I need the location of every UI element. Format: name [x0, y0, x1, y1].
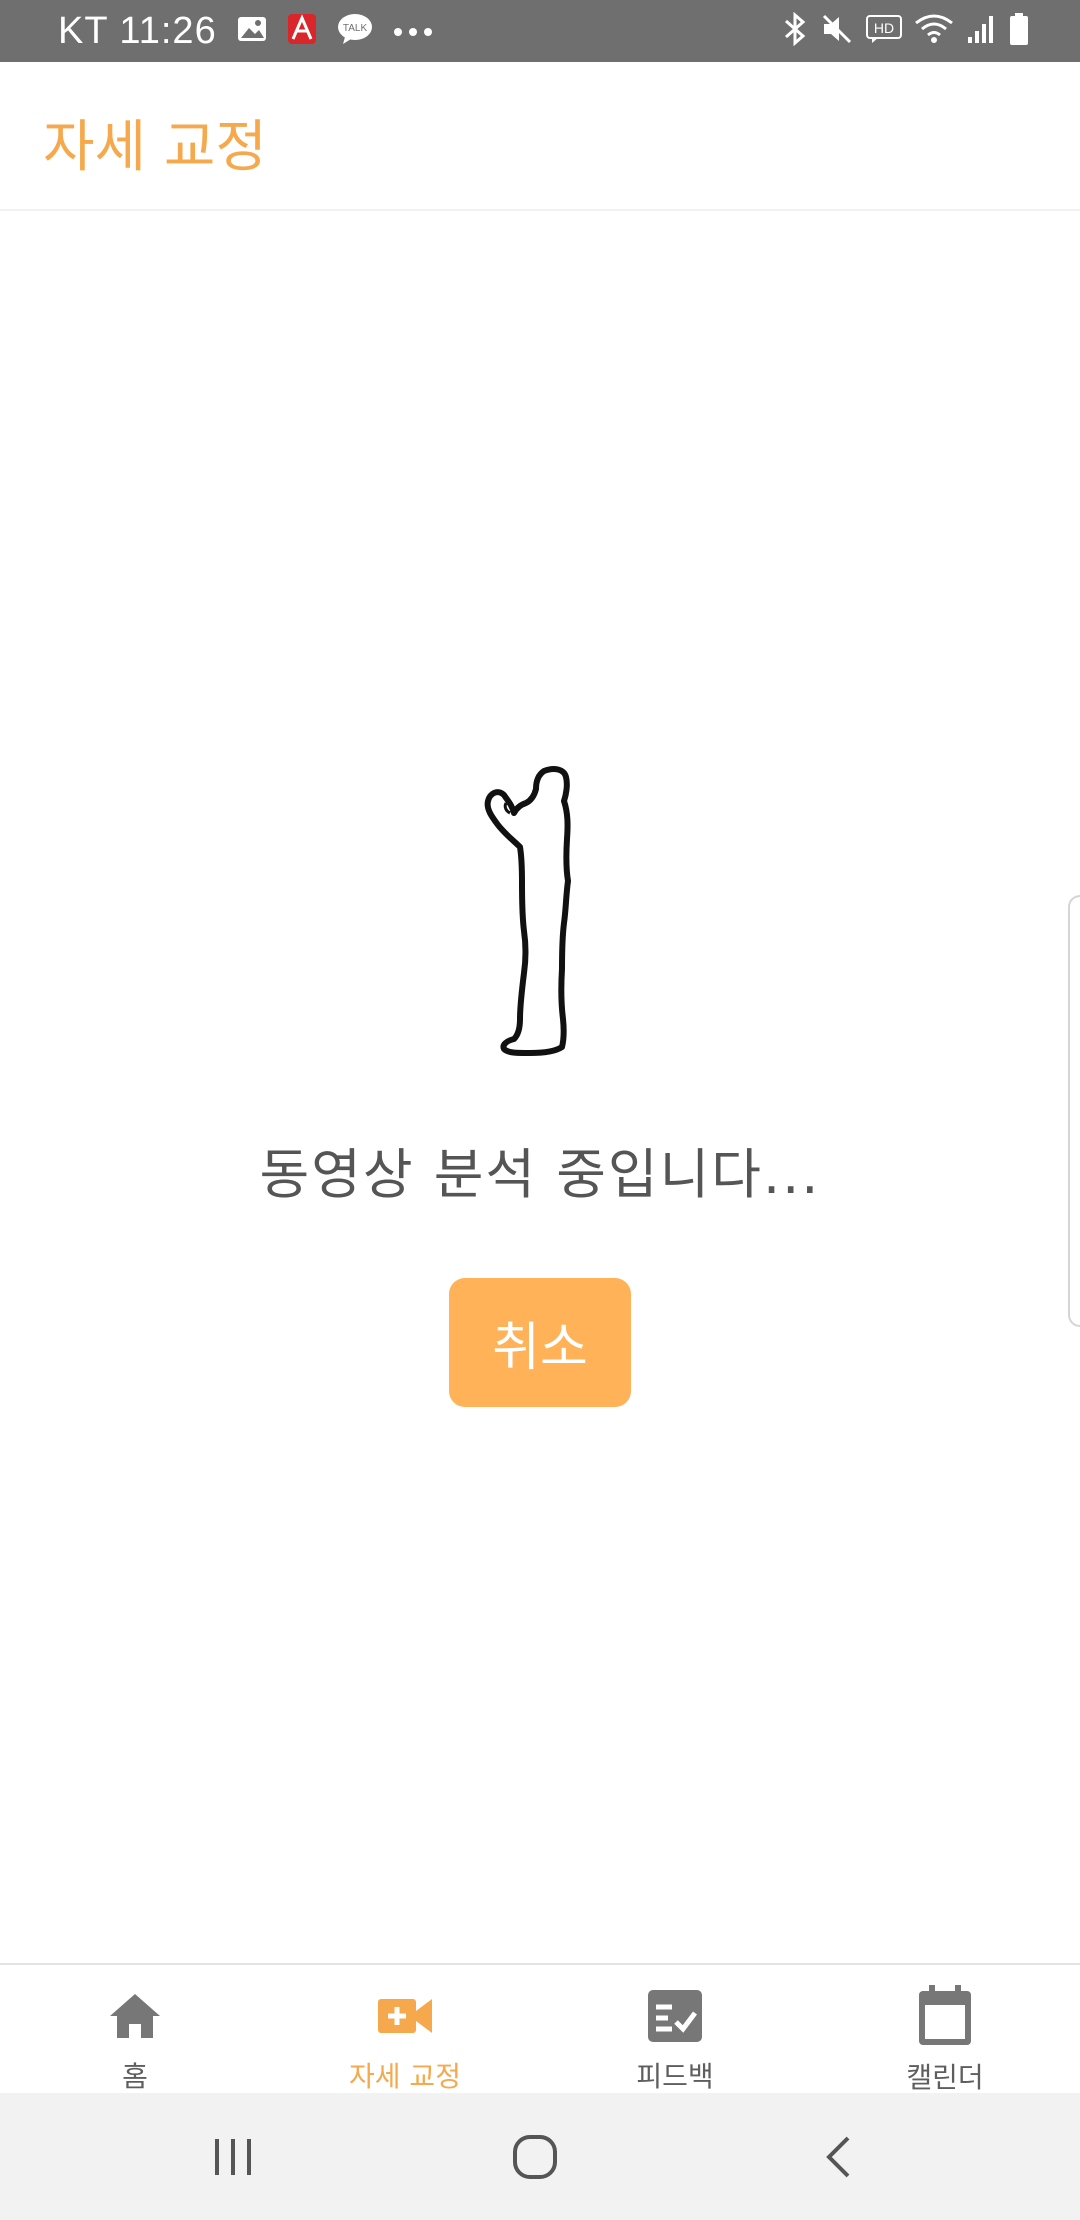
page-title: 자세 교정: [43, 115, 267, 180]
signal-icon: [966, 13, 996, 49]
svg-text:HD: HD: [874, 20, 894, 36]
status-bar: KT 11:26 TALK HD: [0, 0, 1080, 62]
status-right: HD: [782, 0, 1030, 62]
acrobat-icon: [287, 13, 317, 49]
mute-icon: [820, 12, 854, 50]
nav-item-home[interactable]: 홈: [0, 1965, 270, 2095]
kakaotalk-icon: TALK: [337, 13, 373, 49]
app-bar: 자세 교정: [0, 62, 1080, 211]
nav-item-feedback[interactable]: 피드백: [540, 1965, 810, 2095]
edge-panel-handle[interactable]: [1068, 895, 1080, 1327]
nav-label-feedback: 피드백: [636, 2060, 714, 2093]
person-silhouette-icon: [484, 763, 594, 1063]
home-icon: [108, 1985, 162, 2046]
cancel-button[interactable]: 취소: [449, 1278, 631, 1407]
battery-icon: [1008, 12, 1030, 50]
recent-apps-icon[interactable]: [163, 2093, 303, 2220]
nav-item-posture[interactable]: 자세 교정: [270, 1965, 540, 2095]
bottom-nav: 홈 자세 교정 피드백 캘린더: [0, 1963, 1080, 2095]
svg-text:TALK: TALK: [343, 23, 368, 34]
bluetooth-icon: [782, 11, 808, 50]
video-add-icon: [378, 1985, 432, 2046]
nav-item-calendar[interactable]: 캘린더: [810, 1965, 1080, 2095]
image-icon: [237, 15, 267, 47]
calendar-icon: [917, 1985, 973, 2047]
status-left: KT 11:26 TALK: [58, 0, 433, 62]
hd-icon: HD: [866, 14, 902, 48]
back-icon[interactable]: [768, 2093, 908, 2220]
home-circle-icon[interactable]: [465, 2093, 605, 2220]
nav-label-home: 홈: [122, 2060, 148, 2093]
more-dots-icon: [393, 22, 433, 41]
analysis-status-text: 동영상 분석 중입니다...: [259, 1143, 821, 1206]
nav-label-calendar: 캘린더: [906, 2061, 984, 2094]
nav-label-posture: 자세 교정: [349, 2060, 461, 2093]
system-nav-bar: [0, 2093, 1080, 2220]
status-time: KT 11:26: [58, 9, 217, 52]
checklist-icon: [648, 1985, 702, 2046]
wifi-icon: [914, 13, 954, 49]
